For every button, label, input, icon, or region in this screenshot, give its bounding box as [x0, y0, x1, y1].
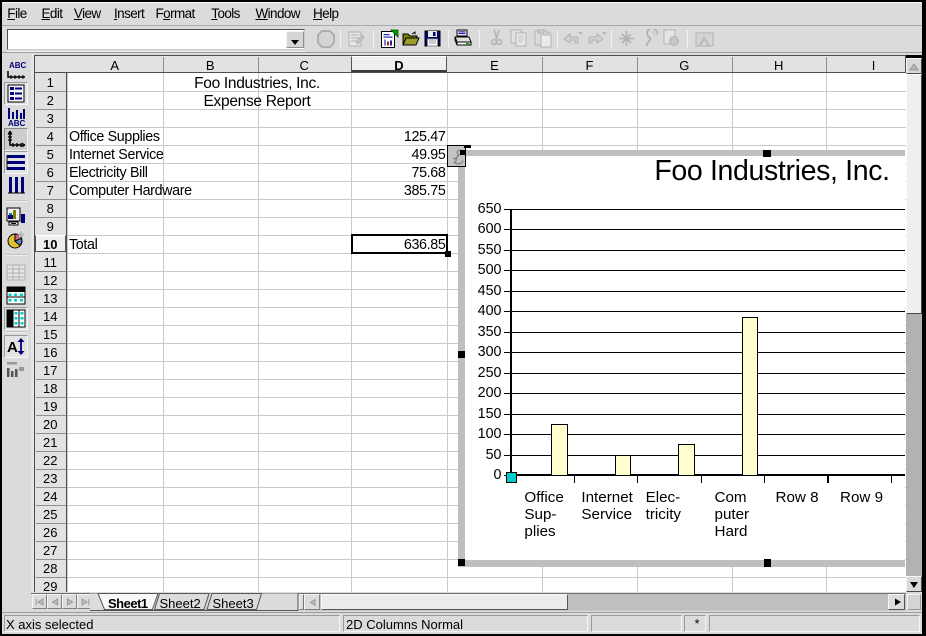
svg-text:ABC: ABC [8, 119, 26, 127]
svg-text:ABC: ABC [9, 61, 27, 70]
svg-text:A: A [7, 339, 18, 356]
